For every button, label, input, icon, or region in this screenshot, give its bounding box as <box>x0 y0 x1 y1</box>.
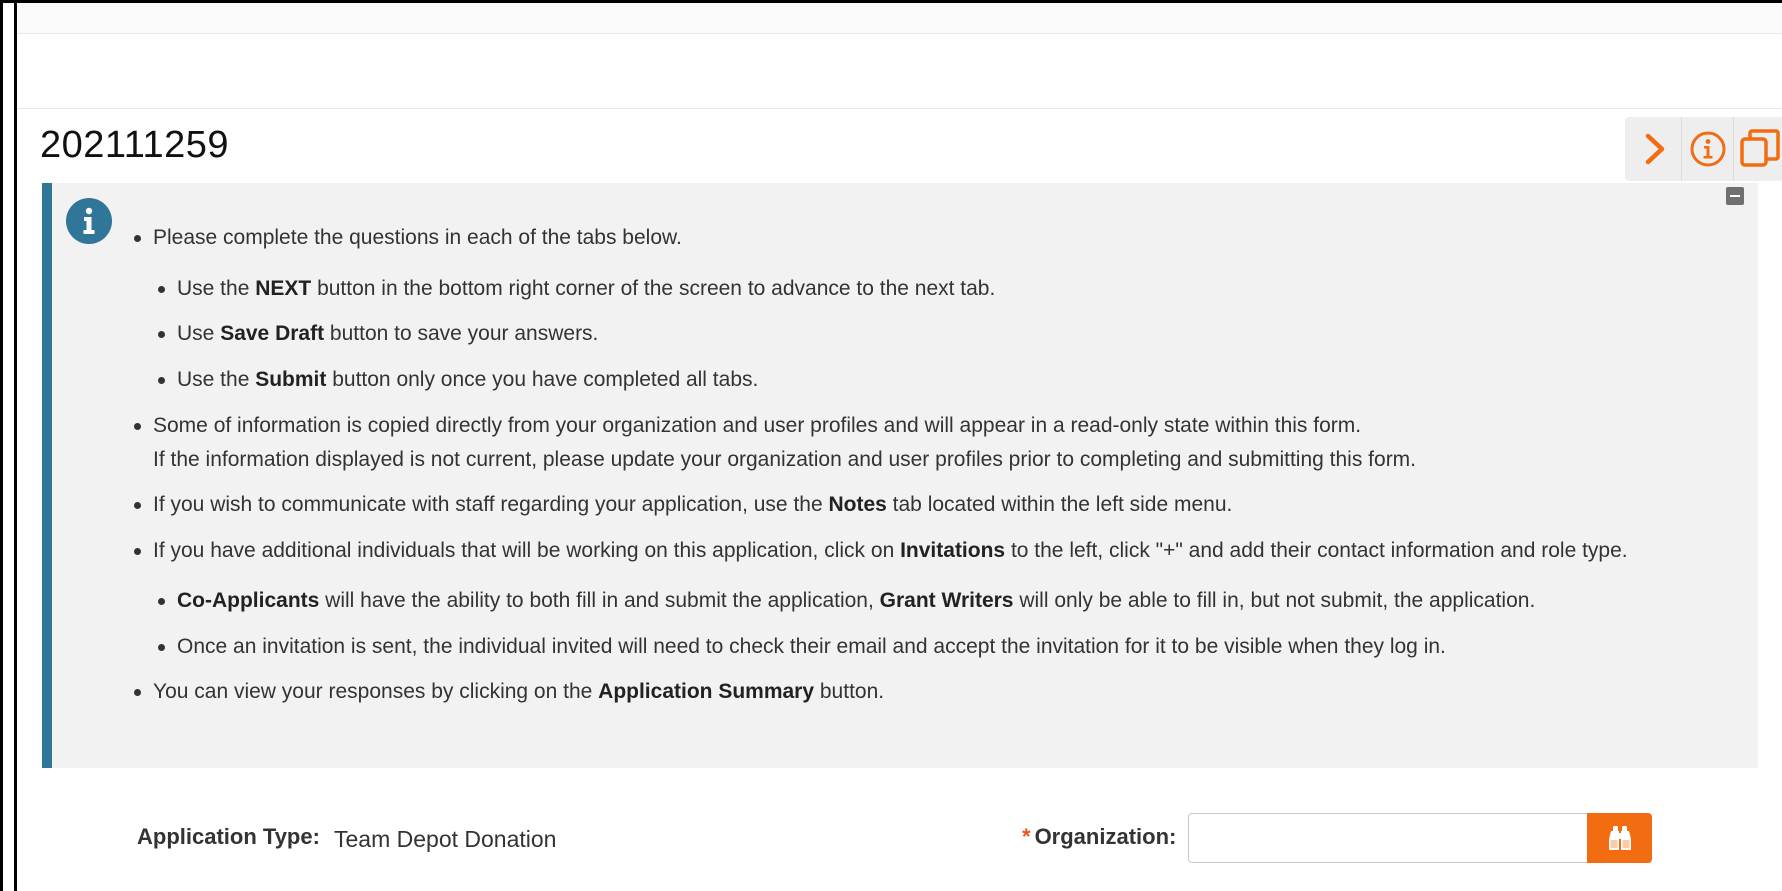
instruction-item: If you wish to communicate with staff re… <box>133 493 1233 517</box>
application-summary-reference: Application Summary <box>598 680 815 703</box>
info-icon <box>66 198 112 244</box>
save-draft-reference: Save Draft <box>220 322 325 345</box>
instruction-text: Some of information is copied directly f… <box>153 414 1362 437</box>
instruction-text: button in the bottom right corner of the… <box>311 277 996 300</box>
instruction-item: You can view your responses by clicking … <box>133 680 885 704</box>
instruction-text: will have the ability to both fill in an… <box>319 589 880 612</box>
frame-divider <box>14 3 17 891</box>
organization-search-button[interactable] <box>1587 813 1652 863</box>
info-circle-icon <box>1690 131 1726 167</box>
instruction-text: to the left, click "+" and add their con… <box>1005 539 1628 562</box>
co-applicants-reference: Co-Applicants <box>177 589 320 612</box>
required-marker: * <box>1022 824 1031 849</box>
instruction-text: button. <box>814 680 885 703</box>
instruction-item: Please complete the questions in each of… <box>134 226 682 250</box>
notes-reference: Notes <box>828 493 887 516</box>
instruction-item: Some of information is copied directly f… <box>133 414 1362 438</box>
instruction-subitem: Once an invitation is sent, the individu… <box>158 635 1446 659</box>
instruction-text: If you have additional individuals that … <box>153 539 901 562</box>
instruction-subitem: Co-Applicants will have the ability to b… <box>157 589 1536 613</box>
instruction-text: Use the <box>177 368 256 391</box>
organization-input[interactable] <box>1188 813 1588 863</box>
application-type-label: Application Type: <box>137 824 320 849</box>
instruction-subitem: Use the NEXT button in the bottom right … <box>157 277 996 301</box>
instruction-text: button to save your answers. <box>324 322 599 345</box>
expand-button[interactable] <box>1629 117 1681 181</box>
page-title: 202111259 <box>40 124 230 166</box>
instruction-text: If you wish to communicate with staff re… <box>153 493 829 516</box>
instruction-text: Use the <box>177 277 256 300</box>
sub-header <box>17 34 1782 109</box>
copy-button[interactable] <box>1733 117 1782 181</box>
top-bar <box>17 3 1782 34</box>
organization-label: Organization: <box>1034 824 1177 849</box>
instruction-text: tab located within the left side menu. <box>886 493 1233 516</box>
instruction-subitem: Use the Submit button only once you have… <box>157 368 759 392</box>
instruction-text: You can view your responses by clicking … <box>153 680 599 703</box>
instruction-text: If the information displayed is not curr… <box>153 448 1417 471</box>
chevron-right-icon <box>1645 133 1665 165</box>
instruction-text: Use <box>177 322 221 345</box>
info-button[interactable] <box>1681 117 1734 181</box>
submit-reference: Submit <box>255 368 327 391</box>
instruction-text: Please complete the questions in each of… <box>153 226 682 249</box>
copy-icon <box>1740 129 1780 167</box>
application-type-value: Team Depot Donation <box>334 826 557 852</box>
instruction-text: Once an invitation is sent, the individu… <box>177 635 1446 658</box>
organization-label-group: * Organization: <box>1022 824 1176 850</box>
instruction-item: If you have additional individuals that … <box>134 539 1628 563</box>
grant-writers-reference: Grant Writers <box>879 589 1014 612</box>
next-button-reference: NEXT <box>255 277 312 300</box>
action-toolbar <box>1625 117 1782 181</box>
invitations-reference: Invitations <box>900 539 1006 562</box>
instruction-text: will only be able to fill in, but not su… <box>1013 589 1536 612</box>
instruction-item-continuation: If the information displayed is not curr… <box>153 448 1416 472</box>
collapse-panel-button[interactable] <box>1726 187 1744 205</box>
binoculars-icon <box>1608 826 1631 850</box>
instruction-subitem: Use Save Draft button to save your answe… <box>157 322 599 346</box>
instruction-text: button only once you have completed all … <box>326 368 759 391</box>
